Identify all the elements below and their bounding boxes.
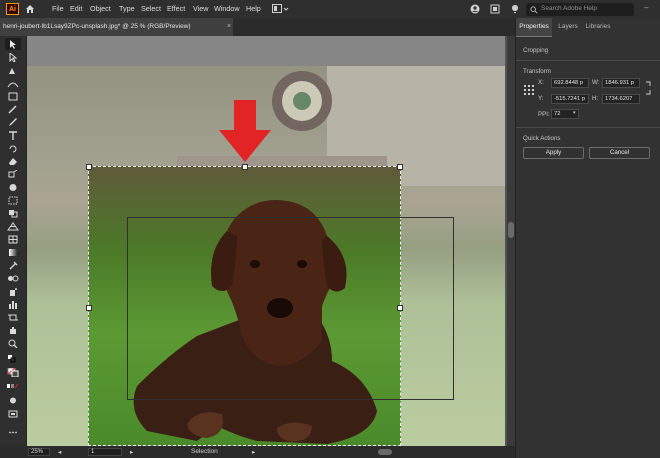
search-input[interactable]: Search Adobe Help [526,3,634,16]
chevron-down-icon: ▾ [573,110,576,116]
edit-toolbar-icon[interactable] [7,428,19,437]
drawing-modes-icon[interactable] [7,396,19,405]
selection-tool-icon[interactable] [7,40,19,49]
red-arrow-indicator [219,100,271,162]
menu-effect[interactable]: Effect [167,4,185,13]
tab-libraries[interactable]: Libraries [584,18,612,36]
artboard-tool-icon[interactable] [7,313,19,322]
crop-handle-top-left[interactable] [86,164,92,170]
arrange-documents-icon[interactable] [490,4,500,14]
discover-icon[interactable] [510,4,520,14]
gradient-tool-icon[interactable] [7,248,19,257]
type-tool-icon[interactable] [7,131,19,140]
quick-actions-title: Quick Actions [523,135,561,142]
hand-tool-icon[interactable] [7,326,19,335]
crop-mask-left [27,166,88,446]
scale-tool-icon[interactable] [7,170,19,179]
previous-artboard-icon[interactable]: ◂ [58,448,61,456]
horizontal-scrollbar-thumb[interactable] [378,449,392,455]
zoom-level-field[interactable]: 25% [28,448,50,456]
width-field[interactable]: 1846.931 p [602,78,640,88]
color-gradient-none-icon[interactable] [7,382,19,391]
artboard-number-field[interactable]: 1 [88,448,122,456]
properties-panel: Properties Layers Libraries Cropping Tra… [515,18,660,458]
direct-selection-tool-icon[interactable] [7,53,19,62]
reference-point-icon[interactable] [523,84,535,96]
crop-handle-top-right[interactable] [397,164,403,170]
paintbrush-tool-icon[interactable] [7,105,19,114]
vertical-scrollbar-thumb[interactable] [508,222,514,238]
selection-outline [127,217,454,400]
menu-type[interactable]: Type [119,4,135,13]
shape-builder-tool-icon[interactable] [7,209,19,218]
tab-layers[interactable]: Layers [556,18,580,36]
status-menu-icon[interactable]: ▸ [252,448,255,456]
symbol-sprayer-tool-icon[interactable] [7,287,19,296]
vertical-scrollbar[interactable] [507,36,515,446]
minimize-button[interactable]: – [644,3,648,12]
tools-panel [0,36,27,446]
menu-select[interactable]: Select [141,4,161,13]
x-position-field[interactable]: 692.8448 p [551,78,589,88]
mesh-tool-icon[interactable] [7,235,19,244]
pencil-tool-icon[interactable] [7,118,19,127]
crop-handle-top-middle[interactable] [242,164,248,170]
close-tab-button[interactable]: × [227,18,231,36]
constrain-proportions-icon[interactable] [644,81,652,95]
h-label: H: [592,95,599,102]
menu-edit[interactable]: Edit [70,4,82,13]
divider [516,127,660,128]
status-bar: 25% ◂ 1 ▸ Selection ▸ [0,446,515,458]
eraser-tool-icon[interactable] [7,157,19,166]
screen-mode-icon[interactable] [7,410,19,419]
w-label: W: [592,79,600,86]
next-artboard-icon[interactable]: ▸ [130,448,133,456]
home-icon[interactable] [25,4,35,14]
fill-stroke-swatch-icon[interactable] [7,368,19,377]
apply-button[interactable]: Apply [523,147,584,159]
ppi-label: PPI: [538,111,550,118]
crop-handle-middle-left[interactable] [86,305,92,311]
cancel-button[interactable]: Cancel [589,147,650,159]
rectangle-tool-icon[interactable] [7,92,19,101]
canvas[interactable] [27,36,505,446]
warp-tool-icon[interactable] [7,183,19,192]
menu-help[interactable]: Help [246,4,261,13]
perspective-grid-tool-icon[interactable] [7,222,19,231]
search-placeholder: Search Adobe Help [541,5,598,12]
default-fill-stroke-icon[interactable] [7,354,19,363]
pen-tool-icon[interactable] [7,66,19,75]
zoom-tool-icon[interactable] [7,339,19,348]
free-transform-tool-icon[interactable] [7,196,19,205]
height-field[interactable]: 1734.6207 [602,94,640,104]
y-label: Y: [538,95,544,102]
menu-window[interactable]: Window [214,4,240,13]
document-tab[interactable]: henri-joubert-lb1Lsay9ZPc-unsplash.jpg* … [0,18,233,36]
app-logo: Ai [6,3,19,15]
rotate-tool-icon[interactable] [7,144,19,153]
menu-file[interactable]: File [52,4,64,13]
section-cropping-title: Cropping [523,47,549,54]
x-label: X: [538,79,544,86]
workspace-switcher-icon[interactable] [272,4,290,14]
column-graph-tool-icon[interactable] [7,300,19,309]
transform-title: Transform [523,68,551,75]
tab-properties[interactable]: Properties [516,18,552,37]
y-position-field[interactable]: -515.7241 p [551,94,589,104]
curvature-tool-icon[interactable] [7,79,19,88]
current-tool-label: Selection [191,448,218,455]
search-icon [530,6,538,14]
eyedropper-tool-icon[interactable] [7,261,19,270]
account-icon[interactable] [470,4,480,14]
blend-tool-icon[interactable] [7,274,19,283]
menu-object[interactable]: Object [90,4,111,13]
divider [516,60,660,61]
menu-view[interactable]: View [193,4,208,13]
